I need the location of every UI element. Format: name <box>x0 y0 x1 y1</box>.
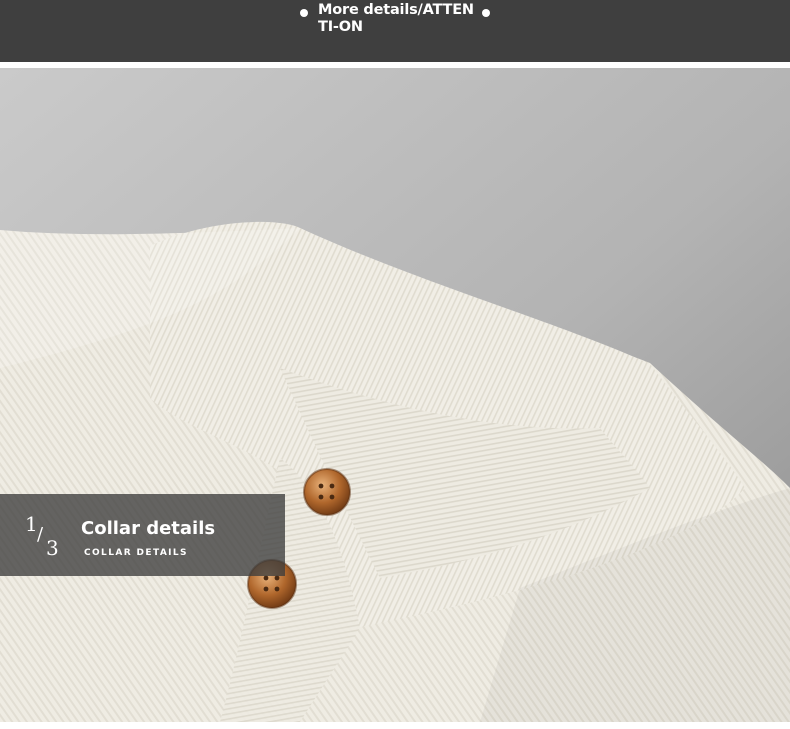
page-indicator: 1 / 3 <box>25 512 65 562</box>
bottom-strip <box>0 722 790 729</box>
caption-panel: 1 / 3 Collar details COLLAR DETAILS <box>0 494 285 576</box>
button-icon <box>303 468 351 516</box>
bullet-dot-icon <box>300 9 308 17</box>
page-total: 3 <box>46 536 59 560</box>
sweater-collar-image <box>0 68 790 722</box>
caption-title: Collar details <box>81 518 216 539</box>
bullet-dot-icon <box>482 9 490 17</box>
product-photo <box>0 68 790 722</box>
page-current: 1 <box>25 512 38 536</box>
caption-subtitle: COLLAR DETAILS <box>84 548 188 558</box>
top-banner: More details/ATTENTI-ON <box>0 0 790 62</box>
banner-title: More details/ATTENTI-ON <box>318 2 474 35</box>
page-slash: / <box>37 524 44 545</box>
